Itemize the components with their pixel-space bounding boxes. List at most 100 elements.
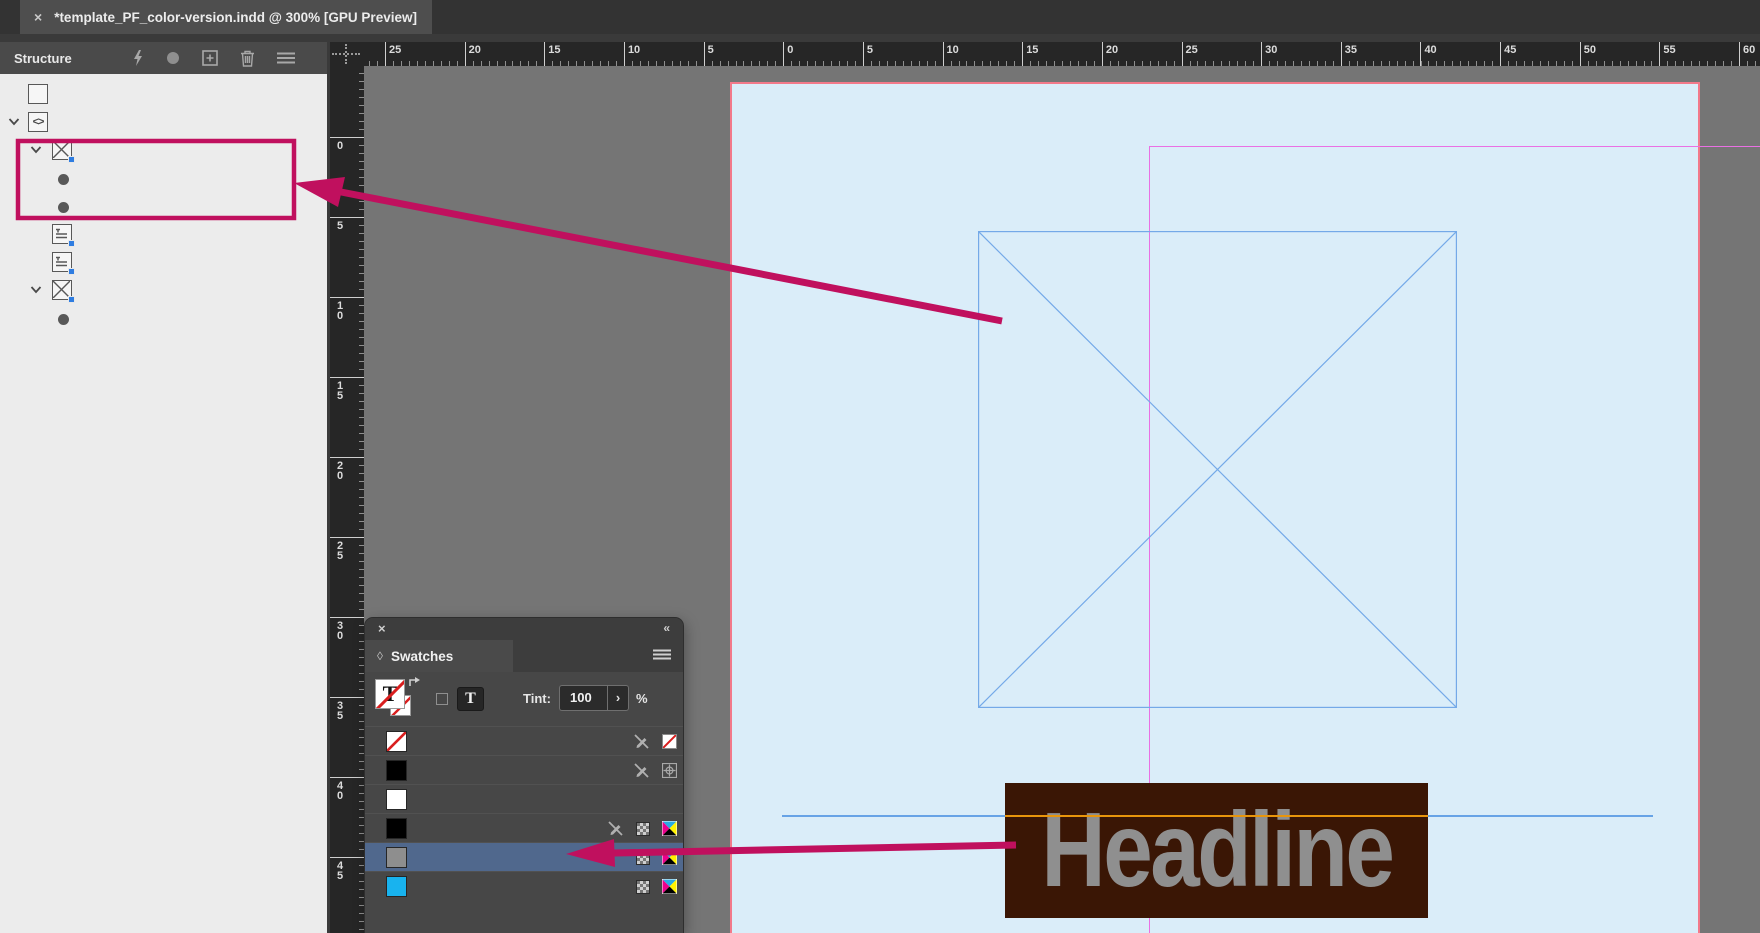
headline-text-frame[interactable]: Headline (1005, 783, 1428, 918)
process-color-icon (636, 880, 650, 894)
trash-icon[interactable] (240, 50, 255, 67)
chevron-down-icon[interactable] (30, 285, 42, 294)
tree-row-pfblock[interactable] (0, 276, 327, 304)
swatches-panel: × « ◊ Swatches T T T Tint: 100 › % (365, 618, 683, 933)
tagged-dot-icon (68, 296, 75, 303)
ruler-number: 60 (1743, 44, 1755, 56)
swatch-row[interactable] (365, 871, 683, 900)
collapse-panel-icon[interactable]: « (663, 621, 669, 635)
image-placeholder-frame[interactable] (978, 231, 1457, 708)
headline-text: Headline (1041, 790, 1392, 911)
tree-row-media-hunter[interactable] (0, 192, 327, 220)
tagged-dot-icon (68, 268, 75, 275)
none-swatch-icon (662, 734, 677, 749)
ruler-number: 4 0 (337, 781, 343, 801)
ruler-number: 25 (389, 44, 401, 56)
panel-menu-icon[interactable] (277, 52, 295, 64)
swatches-tab-row: ◊ Swatches (365, 640, 683, 672)
ruler-number: 10 (628, 44, 640, 56)
formatting-affects-text-button[interactable]: T (457, 687, 484, 711)
ruler-number: 10 (947, 44, 959, 56)
tree-row-root[interactable]: <> (0, 108, 327, 136)
ruler-number: 3 5 (337, 701, 343, 721)
swatches-menu-icon[interactable] (653, 649, 671, 662)
tint-input[interactable]: 100 (559, 685, 607, 711)
cmyk-mode-icon (662, 821, 677, 836)
tint-label: Tint: (523, 691, 551, 706)
ruler-number: 1 5 (337, 381, 343, 401)
ruler-number: 15 (548, 44, 560, 56)
chevron-down-icon[interactable] (8, 117, 20, 126)
tree-row-settings[interactable] (0, 304, 327, 332)
image-frame-icon (52, 140, 72, 160)
process-color-icon (636, 822, 650, 836)
ruler-number: 3 0 (337, 621, 343, 641)
attribute-bullet-icon (58, 174, 69, 185)
ruler-number: 5 (337, 221, 343, 231)
element-icon: <> (28, 112, 48, 132)
ruler-origin-corner[interactable] (330, 42, 364, 66)
swatch-row[interactable] (365, 813, 683, 842)
structure-panel-title: Structure (14, 51, 72, 66)
non-editable-icon (633, 734, 650, 749)
ruler-number: 15 (1026, 44, 1038, 56)
record-circle-icon[interactable] (166, 51, 180, 65)
document-tab[interactable]: × *template_PF_color-version.indd @ 300%… (20, 0, 432, 34)
tree-row-pfblock[interactable] (0, 136, 327, 164)
tab-cycle-icon: ◊ (377, 649, 383, 663)
add-element-icon[interactable] (202, 50, 218, 66)
document-title: *template_PF_color-version.indd @ 300% [… (54, 10, 417, 25)
ruler-number: 50 (1584, 44, 1596, 56)
ruler-number: 2 0 (337, 461, 343, 481)
swatch-chip (386, 876, 407, 897)
image-frame-icon (52, 280, 72, 300)
ruler-number: 20 (469, 44, 481, 56)
ruler-number: 4 5 (337, 861, 343, 881)
cmyk-mode-icon (662, 879, 677, 894)
swatch-row[interactable] (365, 842, 683, 871)
fill-stroke-proxy[interactable]: T T (375, 679, 421, 721)
formatting-affects-container-button[interactable] (436, 693, 448, 705)
ruler-number: 30 (1265, 44, 1277, 56)
ruler-number: 0 (787, 44, 793, 56)
ruler-number: 20 (1106, 44, 1118, 56)
tagged-dot-icon (68, 156, 75, 163)
swatch-list (365, 726, 683, 900)
ruler-number: 55 (1663, 44, 1675, 56)
tab-close-icon[interactable]: × (34, 9, 42, 25)
swatches-panel-topbar: × « (365, 618, 683, 640)
non-editable-icon (607, 821, 624, 836)
text-frame-icon (52, 224, 72, 244)
tree-row-pfblock[interactable] (0, 220, 327, 248)
title-bar: × *template_PF_color-version.indd @ 300%… (0, 0, 1760, 34)
swatch-chip (386, 789, 407, 810)
non-editable-icon (633, 763, 650, 778)
vertical-ruler: 051 01 52 02 53 03 54 04 55 0 (330, 66, 364, 933)
registration-icon (662, 763, 677, 778)
tree-row-data-keys[interactable] (0, 164, 327, 192)
swatch-row[interactable] (365, 726, 683, 755)
doctype-icon (28, 84, 48, 104)
tree-row-doctype[interactable] (0, 80, 327, 108)
chevron-down-icon[interactable] (30, 145, 42, 154)
tint-dropdown-button[interactable]: › (607, 685, 629, 711)
swatch-chip (386, 847, 407, 868)
fill-proxy[interactable]: T (375, 679, 405, 709)
structure-tree: <> (0, 80, 327, 332)
lightning-icon[interactable] (132, 50, 144, 66)
panel-close-icon[interactable]: × (378, 621, 386, 636)
headline-frame-edge-line (1005, 815, 1428, 817)
swatches-tab-label: Swatches (391, 649, 453, 664)
swatch-row[interactable] (365, 784, 683, 813)
attribute-bullet-icon (58, 202, 69, 213)
swatches-tool-row: T T T Tint: 100 › % (365, 672, 683, 726)
ruler-number: 25 (1186, 44, 1198, 56)
swatch-row[interactable] (365, 755, 683, 784)
swatches-tab[interactable]: ◊ Swatches (365, 640, 513, 672)
tagged-dot-icon (68, 240, 75, 247)
tree-row-pfblock[interactable] (0, 248, 327, 276)
horizontal-ruler: 252015105051015202530354045505560 (330, 42, 1760, 66)
swap-fill-stroke-icon[interactable] (408, 676, 421, 689)
ruler-number: 5 (867, 44, 873, 56)
ruler-number: 45 (1504, 44, 1516, 56)
